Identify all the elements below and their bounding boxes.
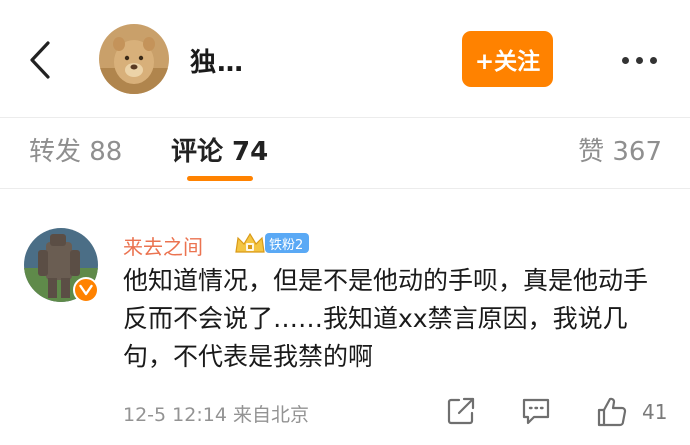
comment-meta: 12-5 12:14 来自北京 [123,404,309,426]
fan-badge[interactable]: 铁粉2 [233,230,310,256]
tab-bar: 转发 88 评论 74 赞 367 [0,118,690,188]
bottom-fade [0,425,690,445]
fan-level-label: 铁粉2 [265,233,310,253]
comment-text: 他知道情况，但是不是他动的手呗，真是他动手反而不会说了……我知道xx禁言原因，我… [123,266,649,371]
like-count: 41 [642,400,668,424]
chevron-left-icon [30,41,50,79]
share-icon [447,397,475,425]
active-tab-indicator [187,176,253,181]
more-button[interactable] [604,40,674,80]
avatar[interactable] [99,24,169,94]
more-dots-icon [621,56,629,64]
verified-badge [73,277,99,303]
back-button[interactable] [22,38,58,82]
crown-icon [233,230,267,256]
user-name[interactable]: 独… [190,42,244,79]
follow-button[interactable]: +关注 [462,31,553,87]
tab-likes[interactable]: 赞 367 [578,131,662,168]
divider [0,188,690,189]
share-button[interactable] [446,396,476,426]
reply-button[interactable] [520,396,552,426]
top-bar: 独… +关注 [0,0,690,118]
comment-icon [522,398,550,425]
commenter-name[interactable]: 来去之间 [123,231,203,260]
like-button[interactable]: 41 [596,396,667,428]
verified-v-icon [79,284,93,296]
tab-comments[interactable]: 评论 74 [171,131,268,168]
tab-forward[interactable]: 转发 88 [29,131,122,168]
lion-avatar-image [99,24,169,94]
thumbs-up-icon [597,397,627,427]
